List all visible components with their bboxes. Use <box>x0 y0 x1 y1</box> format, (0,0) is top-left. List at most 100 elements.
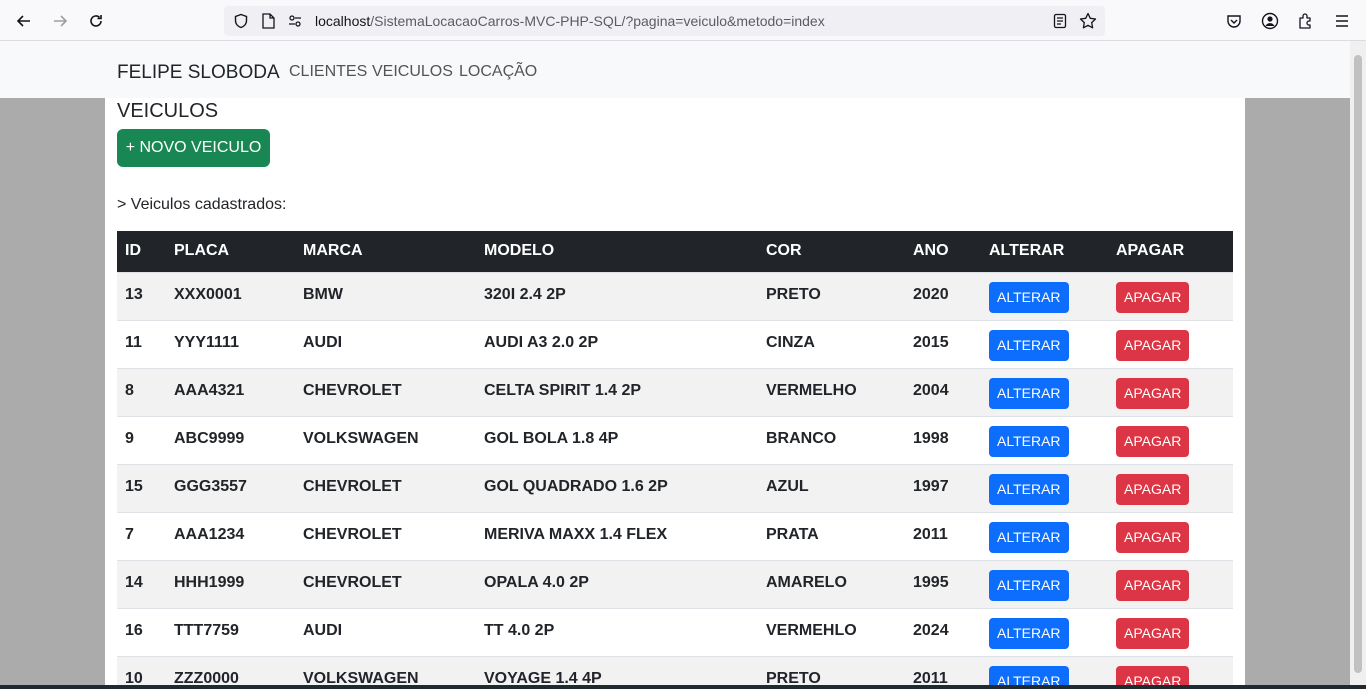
cell-placa: AAA4321 <box>166 367 295 416</box>
delete-button[interactable]: APAGAR <box>1116 377 1190 409</box>
cell-marca: CHEVROLET <box>295 367 476 416</box>
url-host: localhost <box>315 13 371 29</box>
cell-id: 14 <box>117 559 166 608</box>
cell-alterar: ALTERAR <box>981 463 1108 512</box>
account-icon[interactable] <box>1259 10 1281 32</box>
nav-link-clientes[interactable]: CLIENTES <box>289 63 367 81</box>
scrollbar-thumb[interactable] <box>1354 55 1362 673</box>
alter-button[interactable]: ALTERAR <box>989 473 1069 505</box>
cell-placa: YYY1111 <box>166 319 295 368</box>
cell-id: 16 <box>117 607 166 656</box>
url-text[interactable]: localhost/SistemaLocacaoCarros-MVC-PHP-S… <box>315 13 825 29</box>
table-row: 15 GGG3557 CHEVROLET GOL QUADRADO 1.6 2P AZU… <box>117 463 1233 512</box>
cell-id: 15 <box>117 463 166 512</box>
header-marca: MARCA <box>295 231 476 272</box>
reload-button[interactable] <box>83 8 109 34</box>
header-modelo: MODELO <box>476 231 758 272</box>
cell-alterar: ALTERAR <box>981 511 1108 560</box>
cell-placa: ABC9999 <box>166 415 295 464</box>
delete-button[interactable]: APAGAR <box>1116 329 1190 361</box>
taskbar-strip <box>0 685 1366 689</box>
cell-alterar: ALTERAR <box>981 319 1108 368</box>
pocket-icon[interactable] <box>1223 10 1245 32</box>
cell-marca: CHEVROLET <box>295 559 476 608</box>
cell-ano: 2024 <box>905 607 981 656</box>
alter-button[interactable]: ALTERAR <box>989 329 1069 361</box>
delete-button[interactable]: APAGAR <box>1116 521 1190 553</box>
cell-alterar: ALTERAR <box>981 559 1108 608</box>
table-row: 13 XXX0001 BMW 320I 2.4 2P PRETO 2020 ALTERAR A… <box>117 271 1233 320</box>
bookmark-star-icon[interactable] <box>1078 11 1098 31</box>
cell-modelo: GOL BOLA 1.8 4P <box>476 415 758 464</box>
cell-placa: TTT7759 <box>166 607 295 656</box>
shield-icon[interactable] <box>231 11 251 31</box>
cell-marca: VOLKSWAGEN <box>295 415 476 464</box>
vehicles-table: ID PLACA MARCA MODELO COR ANO ALTERAR AP… <box>117 231 1233 689</box>
nav-link-locacao[interactable]: LOCAÇÃO <box>459 63 537 81</box>
site-navbar: FELIPE SLOBODA CLIENTES VEICULOS LOCAÇÃO <box>0 41 1350 98</box>
header-cor: COR <box>758 231 905 272</box>
browser-toolbar: localhost/SistemaLocacaoCarros-MVC-PHP-S… <box>0 0 1366 41</box>
extensions-icon[interactable] <box>1295 10 1317 32</box>
alter-button[interactable]: ALTERAR <box>989 521 1069 553</box>
alter-button[interactable]: ALTERAR <box>989 425 1069 457</box>
delete-button[interactable]: APAGAR <box>1116 569 1190 601</box>
cell-ano: 1995 <box>905 559 981 608</box>
cell-cor: VERMELHO <box>758 367 905 416</box>
cell-placa: XXX0001 <box>166 271 295 320</box>
table-row: 14 HHH1999 CHEVROLET OPALA 4.0 2P AMARELO 199… <box>117 559 1233 608</box>
permissions-icon[interactable] <box>285 11 305 31</box>
alter-button[interactable]: ALTERAR <box>989 377 1069 409</box>
nav-link-veiculos[interactable]: VEICULOS <box>372 63 453 81</box>
delete-button[interactable]: APAGAR <box>1116 473 1190 505</box>
cell-ano: 1997 <box>905 463 981 512</box>
cell-cor: AZUL <box>758 463 905 512</box>
list-subtitle: > Veiculos cadastrados: <box>117 196 287 213</box>
alter-button[interactable]: ALTERAR <box>989 617 1069 649</box>
cell-placa: HHH1999 <box>166 559 295 608</box>
reader-view-icon[interactable] <box>1050 11 1070 31</box>
table-row: 7 AAA1234 CHEVROLET MERIVA MAXX 1.4 FLEX PRA… <box>117 511 1233 560</box>
alter-button[interactable]: ALTERAR <box>989 569 1069 601</box>
cell-modelo: OPALA 4.0 2P <box>476 559 758 608</box>
table-row: 9 ABC9999 VOLKSWAGEN GOL BOLA 1.8 4P BRANCO 1… <box>117 415 1233 464</box>
table-row: 8 AAA4321 CHEVROLET CELTA SPIRIT 1.4 2P VERM… <box>117 367 1233 416</box>
table-header-row: ID PLACA MARCA MODELO COR ANO ALTERAR AP… <box>117 231 1233 272</box>
delete-button[interactable]: APAGAR <box>1116 425 1190 457</box>
arrow-right-icon <box>54 15 68 27</box>
delete-button[interactable]: APAGAR <box>1116 617 1190 649</box>
page-scrollbar[interactable] <box>1350 41 1366 689</box>
cell-modelo: AUDI A3 2.0 2P <box>476 319 758 368</box>
header-placa: PLACA <box>166 231 295 272</box>
cell-marca: CHEVROLET <box>295 511 476 560</box>
alter-button[interactable]: ALTERAR <box>989 281 1069 313</box>
menu-icon[interactable] <box>1331 10 1353 32</box>
cell-cor: BRANCO <box>758 415 905 464</box>
cell-cor: AMARELO <box>758 559 905 608</box>
forward-button[interactable] <box>47 8 73 34</box>
main-container: VEICULOS + NOVO VEICULO > Veiculos cadas… <box>105 98 1245 689</box>
table-row: 11 YYY1111 AUDI AUDI A3 2.0 2P CINZA 2015 ALTE… <box>117 319 1233 368</box>
cell-cor: PRATA <box>758 511 905 560</box>
cell-marca: CHEVROLET <box>295 463 476 512</box>
cell-modelo: MERIVA MAXX 1.4 FLEX <box>476 511 758 560</box>
delete-button[interactable]: APAGAR <box>1116 281 1190 313</box>
cell-marca: AUDI <box>295 319 476 368</box>
cell-id: 9 <box>117 415 166 464</box>
cell-apagar: APAGAR <box>1108 367 1233 416</box>
new-vehicle-button[interactable]: + NOVO VEICULO <box>117 129 270 167</box>
cell-apagar: APAGAR <box>1108 319 1233 368</box>
cell-modelo: CELTA SPIRIT 1.4 2P <box>476 367 758 416</box>
navbar-brand[interactable]: FELIPE SLOBODA <box>117 62 280 84</box>
url-path: /SistemaLocacaoCarros-MVC-PHP-SQL/?pagin… <box>370 13 825 29</box>
cell-ano: 2004 <box>905 367 981 416</box>
cell-alterar: ALTERAR <box>981 607 1108 656</box>
cell-marca: BMW <box>295 271 476 320</box>
back-button[interactable] <box>11 8 37 34</box>
address-bar[interactable]: localhost/SistemaLocacaoCarros-MVC-PHP-S… <box>224 6 1105 36</box>
cell-cor: CINZA <box>758 319 905 368</box>
table-row: 16 TTT7759 AUDI TT 4.0 2P VERMEHLO 2024 ALTERA… <box>117 607 1233 656</box>
cell-id: 8 <box>117 367 166 416</box>
cell-modelo: TT 4.0 2P <box>476 607 758 656</box>
header-apagar: APAGAR <box>1108 231 1233 272</box>
